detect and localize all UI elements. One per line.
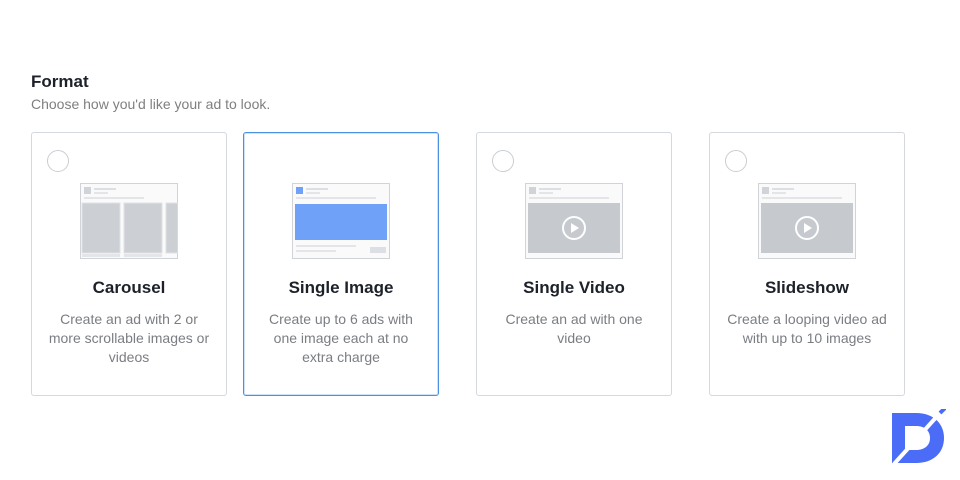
carousel-thumbnail-icon — [80, 183, 178, 259]
format-option-single-image[interactable]: Single Image Create up to 6 ads with one… — [243, 132, 439, 396]
format-subtitle: Choose how you'd like your ad to look. — [31, 96, 271, 112]
single-image-title: Single Image — [288, 278, 394, 297]
slideshow-radio[interactable] — [725, 150, 747, 172]
slideshow-thumbnail-icon — [758, 183, 856, 259]
carousel-description: Create an ad with 2 or more scrollable i… — [48, 311, 210, 365]
slideshow-description: Create a looping video ad with up to 10 … — [727, 311, 887, 346]
carousel-radio[interactable] — [47, 150, 69, 172]
single-video-description: Create an ad with one video — [505, 311, 643, 346]
single-video-title: Single Video — [523, 278, 625, 297]
video-thumbnail-icon — [525, 183, 623, 259]
format-option-carousel[interactable]: Carousel Create an ad with 2 or more scr… — [31, 132, 227, 396]
format-header: Format Choose how you'd like your ad to … — [31, 72, 270, 113]
single-video-radio[interactable] — [492, 150, 514, 172]
single-image-description: Create up to 6 ads with one image each a… — [269, 311, 413, 365]
format-title: Format — [31, 72, 89, 91]
carousel-title: Carousel — [92, 278, 166, 297]
format-option-single-video[interactable]: Single Video Create an ad with one video — [476, 132, 672, 396]
brand-logo-icon — [892, 409, 946, 466]
single-image-thumbnail-icon — [292, 183, 390, 259]
format-option-slideshow[interactable]: Slideshow Create a looping video ad with… — [709, 132, 905, 396]
slideshow-title: Slideshow — [764, 278, 850, 297]
